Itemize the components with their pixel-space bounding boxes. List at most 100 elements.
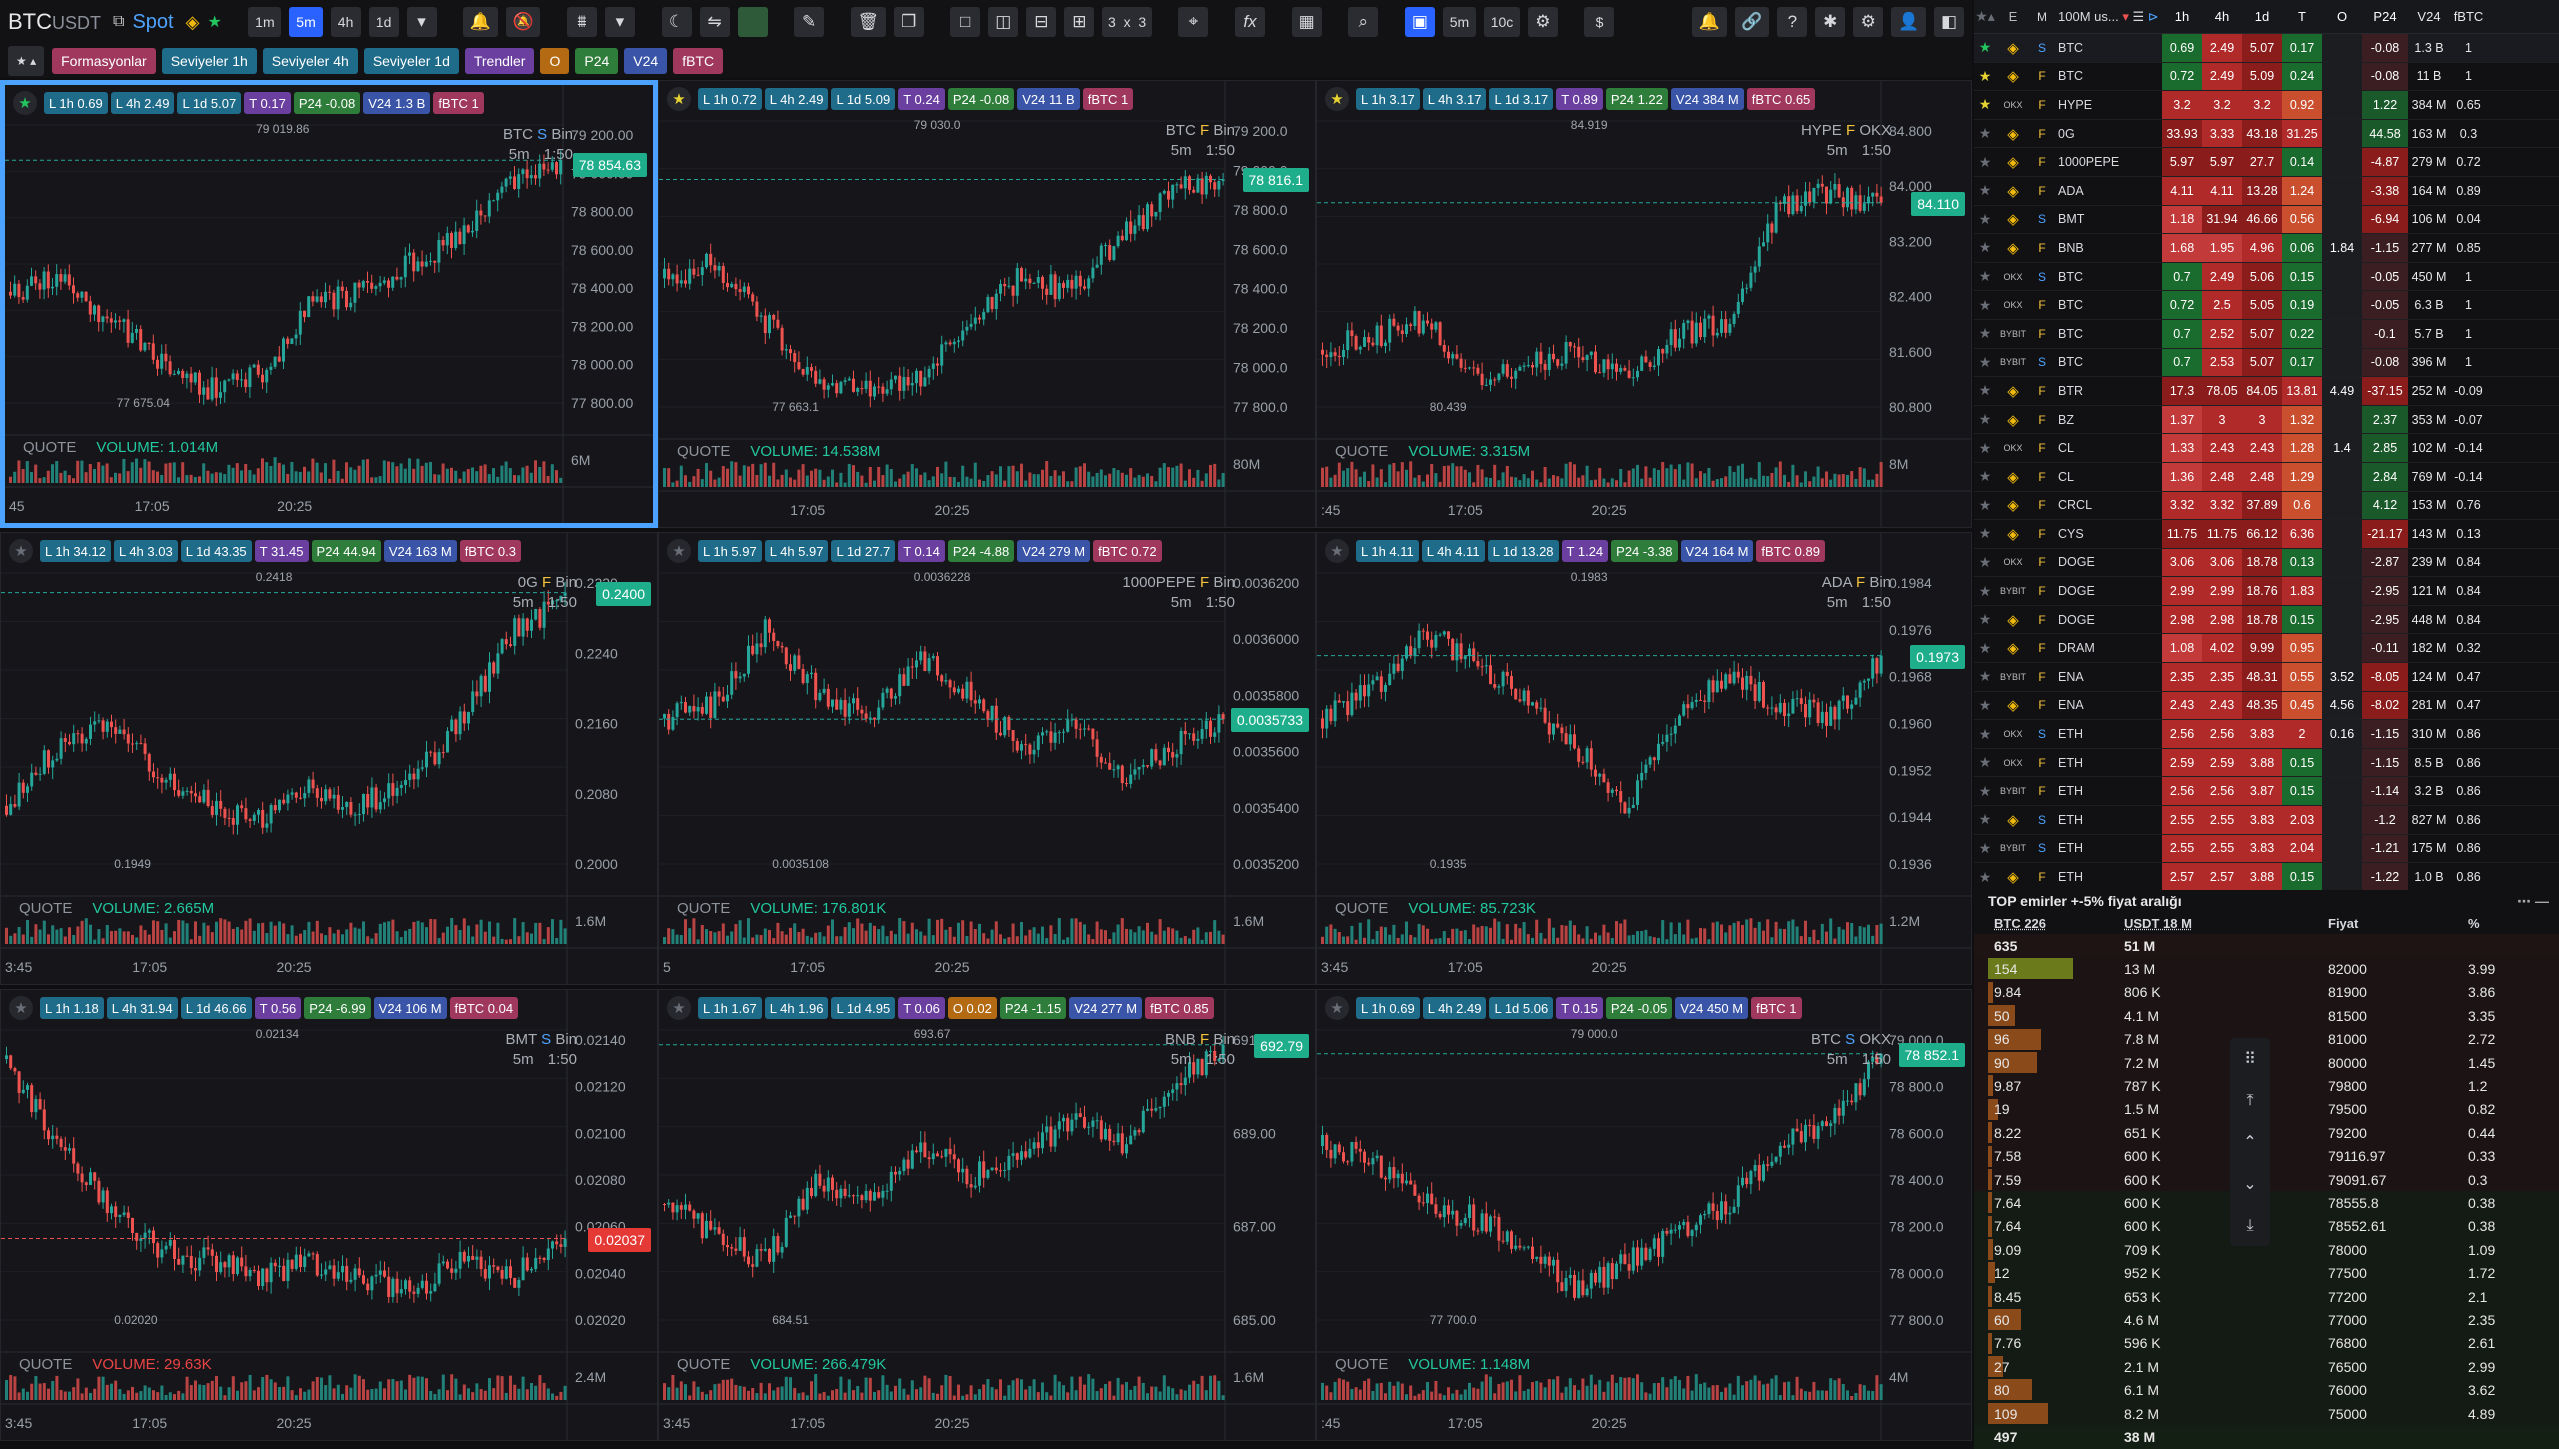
row-star-icon[interactable]: ★ [1974,120,1996,148]
count-selector[interactable]: 10c [1484,7,1520,37]
col-4h[interactable]: 4h [2202,0,2242,33]
col-m[interactable]: M [2030,0,2054,33]
chip-6[interactable]: P24 [575,48,618,74]
ob-row[interactable]: 27 2.1 M 76500 2.99 [1974,1355,2559,1378]
pencil-icon[interactable]: ✎ [794,7,824,37]
row-star-icon[interactable]: ★ [1974,463,1996,491]
chart-panel-0g[interactable]: 0.23200.22400.21600.20800.20000.24180.19… [0,532,658,985]
chip-7[interactable]: V24 [624,48,667,74]
market-row[interactable]: ★ ◈ F CRCL 3.32 3.32 37.89 0.6 4.12 153 M 0.76 [1974,492,2559,521]
col-1h[interactable]: 1h [2162,0,2202,33]
market-row[interactable]: ★ OKX S BTC 0.7 2.49 5.06 0.15 -0.05 450 M1 [1974,263,2559,292]
market-row[interactable]: ★ BYBIT F ENA 2.35 2.35 48.31 0.55 3.52 -8.05 124 … [1974,663,2559,692]
market-row[interactable]: ★ ◈ S BTC 0.69 2.49 5.07 0.17 -0.08 1.3 B1 [1974,34,2559,63]
market-row[interactable]: ★ ◈ S BMT 1.18 31.94 46.66 0.56 -6.94 106 M 0.04 [1974,206,2559,235]
swap-icon[interactable]: ⇋ [700,7,730,37]
chip-4[interactable]: Trendler [465,48,535,74]
orderbook-menu-icon[interactable]: ⋯ — [2517,893,2549,910]
col-fbtc[interactable]: fBTC [2450,0,2487,33]
market-row[interactable]: ★ ◈ F DRAM 1.08 4.02 9.99 0.95 -0.11 182 M 0.32 [1974,634,2559,663]
col-symbol[interactable]: 100M us... ▾ ☰ ⊳ [2054,0,2162,33]
row-star-icon[interactable]: ★ [1974,720,1996,748]
ob-row[interactable]: 8.45 653 K 77200 2.1 [1974,1285,2559,1308]
ob-row[interactable]: 12 952 K 77500 1.72 [1974,1261,2559,1284]
row-star-icon[interactable]: ★ [1974,749,1996,777]
row-star-icon[interactable]: ★ [1974,863,1996,891]
alarm-icon[interactable]: 🔔 [463,7,498,37]
row-star-icon[interactable]: ★ [1974,291,1996,319]
alarm-off-icon[interactable]: 🔕 [506,7,541,37]
row-star-icon[interactable]: ★ [1974,520,1996,548]
chip-1[interactable]: Seviyeler 1h [162,48,257,74]
market-row[interactable]: ★ ◈ F 0G 33.93 3.33 43.18 31.25 44.58 163 M 0.3 [1974,120,2559,149]
market-row[interactable]: ★ BYBIT S ETH 2.55 2.55 3.83 2.04 -1.21 175 M 0.86 [1974,835,2559,864]
tf-4h[interactable]: 4h [331,7,361,37]
row-star-icon[interactable]: ★ [1974,835,1996,863]
table-icon[interactable]: ▦ [1292,7,1322,37]
tf-1d[interactable]: 1d [369,7,399,37]
col-e[interactable]: E [1996,0,2030,33]
row-star-icon[interactable]: ★ [1974,606,1996,634]
market-type[interactable]: Spot [132,11,173,34]
tf-5m[interactable]: 5m [289,7,322,37]
market-row[interactable]: ★ ◈ F CYS 11.75 11.75 66.12 6.36 -21.17 143 M 0.13 [1974,520,2559,549]
market-row[interactable]: ★ BYBIT F ETH 2.56 2.56 3.87 0.15 -1.14 3.2 B 0.86 [1974,777,2559,806]
settings-icon[interactable]: ⚙ [1528,7,1558,37]
favorite-star-icon[interactable]: ★ [1325,87,1349,111]
bell-icon[interactable]: 🔔 [1692,7,1727,37]
row-star-icon[interactable]: ★ [1974,434,1996,462]
layout-3-icon[interactable]: ⊟ [1026,7,1056,37]
row-star-icon[interactable]: ★ [1974,777,1996,805]
ob-row[interactable]: 50 4.1 M 81500 3.35 [1974,1004,2559,1027]
row-star-icon[interactable]: ★ [1974,492,1996,520]
favorite-star-icon[interactable]: ★ [667,539,691,563]
tf-small[interactable]: 5m [1443,7,1476,37]
trash-icon[interactable]: 🗑 [851,7,886,37]
market-row[interactable]: ★ ◈ F CL 1.36 2.48 2.48 1.29 2.84 769 M -0.14 [1974,463,2559,492]
row-star-icon[interactable]: ★ [1974,234,1996,262]
ob-row[interactable]: 60 4.6 M 77000 2.35 [1974,1308,2559,1331]
ob-row[interactable]: 9.09 709 K 78000 1.09 [1974,1238,2559,1261]
dropdown-icon[interactable]: ▾ [605,7,635,37]
favorite-star-icon[interactable]: ★ [667,87,691,111]
market-row[interactable]: ★ OKX F HYPE 3.2 3.2 3.2 0.92 1.22 384 M 0.65 [1974,91,2559,120]
chart-panel-bmt[interactable]: 0.02140 0.02120 0.02100 0.02080 0.02060 0.020… [0,989,658,1441]
row-star-icon[interactable]: ★ [1974,148,1996,176]
grid-size[interactable]: 3 x 3 [1102,7,1152,37]
crosshair-icon[interactable]: ⌖ [1178,7,1208,37]
layers-icon[interactable]: ❐ [894,7,924,37]
ob-row[interactable]: 80 6.1 M 76000 3.62 [1974,1378,2559,1401]
col-o[interactable]: O [2322,0,2362,33]
market-row[interactable]: ★ BYBIT S BTC 0.7 2.53 5.07 0.17 -0.08 396 M1 [1974,349,2559,378]
ob-row[interactable]: 7.76 596 K 76800 2.61 [1974,1332,2559,1355]
gear-icon[interactable]: ⚙ [1853,7,1883,37]
currency-button[interactable]: $ [1584,7,1614,37]
row-star-icon[interactable]: ★ [1974,177,1996,205]
indicator-icon[interactable]: ⩩ [567,7,597,37]
ob-row[interactable]: 109 8.2 M 75000 4.89 [1974,1402,2559,1425]
market-row[interactable]: ★ OKX F BTC 0.72 2.5 5.05 0.19 -0.05 6.3 B1 [1974,291,2559,320]
row-star-icon[interactable]: ★ [1974,320,1996,348]
row-star-icon[interactable]: ★ [1974,577,1996,605]
chart-panel-ada[interactable]: 0.1984 0.1976 0.1968 0.1960 0.1952 0.1944 0.19… [1316,532,1972,985]
chart-panel-btc[interactable]: 79 200.0079 000.0078 800.0078 600.0078 4… [0,80,658,528]
row-star-icon[interactable]: ★ [1974,377,1996,405]
col-v24[interactable]: V24 [2408,0,2450,33]
row-star-icon[interactable]: ★ [1974,634,1996,662]
market-row[interactable]: ★ ◈ F 1000PEPE 5.97 5.97 27.7 0.14 -4.87 279 M 0.7… [1974,148,2559,177]
row-star-icon[interactable]: ★ [1974,91,1996,119]
chip-0[interactable]: Formasyonlar [52,48,156,74]
market-row[interactable]: ★ OKX F ETH 2.59 2.59 3.88 0.15 -1.15 8.5 B 0.86 [1974,749,2559,778]
chip-2[interactable]: Seviyeler 4h [263,48,358,74]
row-star-icon[interactable]: ★ [1974,349,1996,377]
dropdown-icon[interactable]: ▾ [407,7,437,37]
chart-panel-btc[interactable]: 79 000.0 78 800.0 78 600.0 78 400.0 78 200.0… [1316,989,1972,1441]
link-icon[interactable]: 🔗 [1735,7,1770,37]
layout-4-icon[interactable]: ⊞ [1064,7,1094,37]
search-icon[interactable]: ⌕ [1348,7,1378,37]
favorite-star-icon[interactable]: ★ [9,539,33,563]
market-row[interactable]: ★ ◈ F ETH 2.57 2.57 3.88 0.15 -1.22 1.0 B 0.86 [1974,863,2559,892]
market-row[interactable]: ★ BYBIT F DOGE 2.99 2.99 18.76 1.83 -2.95 121 M 0.… [1974,577,2559,606]
market-row[interactable]: ★ ◈ F ADA 4.11 4.11 13.28 1.24 -3.38 164 M 0.89 [1974,177,2559,206]
col-t[interactable]: T [2282,0,2322,33]
